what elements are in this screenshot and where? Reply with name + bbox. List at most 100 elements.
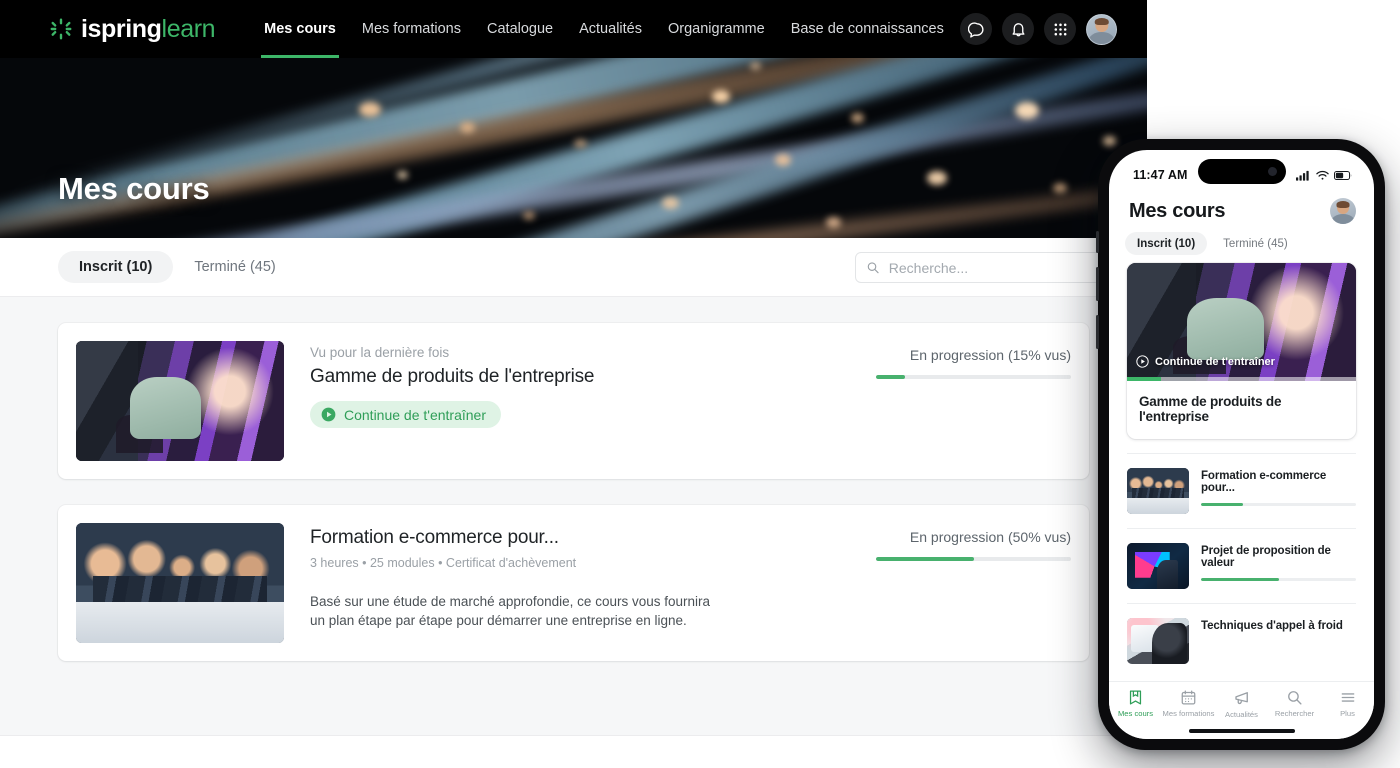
user-avatar[interactable] [1086, 14, 1117, 45]
progress-label: En progression (15% vus) [876, 347, 1071, 363]
notifications-button[interactable] [1002, 13, 1034, 45]
phone-tab-label: Actualités [1225, 710, 1258, 719]
phone-list-item[interactable]: Formation e-commerce pour... [1127, 453, 1356, 528]
logo-text-primary: ispring [81, 15, 162, 43]
phone-item-thumbnail [1127, 618, 1189, 664]
filter-strip: Inscrit (10) Terminé (45) [0, 238, 1147, 297]
course-thumbnail [76, 341, 284, 461]
page-title: Mes cours [58, 171, 210, 207]
phone-item-title: Formation e-commerce pour... [1201, 470, 1356, 494]
nav-link-organigramme[interactable]: Organigramme [655, 0, 778, 58]
phone-header: Mes cours [1109, 192, 1374, 224]
phone-list-item[interactable]: Projet de proposition de valeur [1127, 528, 1356, 603]
phone-tab-mes-formations[interactable]: Mes formations [1162, 689, 1215, 718]
phone-tab-plus[interactable]: Plus [1321, 689, 1374, 718]
course-progress: En progression (15% vus) [876, 341, 1071, 461]
phone-silent-switch[interactable] [1096, 231, 1099, 253]
nav-link-actualites[interactable]: Actualités [566, 0, 655, 58]
phone-continue-training-button[interactable]: Continue de t'entraîner [1136, 355, 1275, 368]
nav-link-catalogue[interactable]: Catalogue [474, 0, 566, 58]
avatar-hair [1094, 18, 1109, 26]
course-eyebrow: Vu pour la dernière fois [310, 345, 850, 360]
continue-training-label: Continue de t'entraîner [344, 407, 486, 423]
phone-tab-label: Mes formations [1163, 709, 1215, 718]
phone-course-list: Continue de t'entraîner Gamme de produit… [1109, 263, 1374, 678]
progress-track [876, 557, 1071, 561]
phone-tab-termine[interactable]: Terminé (45) [1211, 232, 1300, 255]
avatar-hair [1337, 201, 1350, 208]
search-icon [866, 260, 880, 275]
book-icon [1127, 689, 1144, 706]
logo-text-secondary: learn [162, 15, 216, 43]
tab-inscrit[interactable]: Inscrit (10) [58, 251, 173, 283]
phone-item-title: Projet de proposition de valeur [1201, 545, 1356, 569]
chat-icon [968, 21, 985, 38]
hero-banner: Mes cours [0, 58, 1147, 238]
phone-item-title: Techniques d'appel à froid [1201, 620, 1356, 632]
progress-fill [876, 375, 905, 379]
phone-item-progress-track [1201, 578, 1356, 581]
phone-featured-course-card[interactable]: Continue de t'entraîner Gamme de produit… [1127, 263, 1356, 439]
hero-background-art [0, 58, 1147, 238]
phone-continue-label: Continue de t'entraîner [1155, 356, 1275, 368]
phone-status-bar: 11:47 AM [1109, 150, 1374, 192]
ispring-starburst-icon [50, 18, 72, 40]
phone-tab-rechercher[interactable]: Rechercher [1268, 689, 1321, 718]
phone-hero-progress-track [1127, 377, 1356, 381]
course-meta: 3 heures • 25 modules • Certificat d'ach… [310, 556, 850, 570]
phone-mockup: 11:47 AM [1098, 139, 1385, 750]
status-bar-indicators [1296, 170, 1352, 181]
course-title: Gamme de produits de l'entreprise [310, 366, 850, 388]
play-icon [1136, 355, 1149, 368]
ispring-learn-logo[interactable]: ispringlearn [50, 15, 215, 44]
phone-course-thumbnail: Continue de t'entraîner [1127, 263, 1356, 381]
phone-user-avatar[interactable] [1330, 198, 1356, 224]
play-icon [321, 407, 336, 422]
phone-tab-actualites[interactable]: Actualités [1215, 689, 1268, 719]
tab-termine[interactable]: Terminé (45) [173, 251, 296, 283]
course-thumbnail [76, 523, 284, 643]
hamburger-menu-icon [1339, 689, 1357, 706]
nav-link-base-de-connaissances[interactable]: Base de connaissances [778, 0, 957, 58]
phone-filter-tabs: Inscrit (10) Terminé (45) [1109, 224, 1374, 263]
phone-tab-label: Mes cours [1118, 709, 1153, 718]
phone-screen: 11:47 AM [1109, 150, 1374, 739]
nav-actions [960, 13, 1131, 45]
course-list: Vu pour la dernière fois Gamme de produi… [0, 297, 1147, 735]
phone-tab-inscrit[interactable]: Inscrit (10) [1125, 232, 1207, 255]
phone-item-thumbnail [1127, 543, 1189, 589]
calendar-icon [1180, 689, 1197, 706]
phone-item-progress-fill [1201, 578, 1279, 581]
wifi-icon [1316, 170, 1329, 181]
top-navigation-bar: ispringlearn Mes cours Mes formations Ca… [0, 0, 1147, 58]
phone-hero-progress-fill [1127, 377, 1161, 381]
course-card[interactable]: Formation e-commerce pour... 3 heures • … [58, 505, 1089, 661]
phone-item-thumbnail [1127, 468, 1189, 514]
progress-fill [876, 557, 974, 561]
cellular-bars-icon [1296, 170, 1311, 181]
battery-icon [1334, 170, 1352, 181]
apps-grid-icon [1053, 22, 1068, 37]
course-description: Basé sur une étude de marché approfondie… [310, 592, 710, 630]
course-card[interactable]: Vu pour la dernière fois Gamme de produi… [58, 323, 1089, 479]
phone-volume-down-button[interactable] [1096, 315, 1099, 349]
desktop-app-window: ispringlearn Mes cours Mes formations Ca… [0, 0, 1147, 768]
course-progress: En progression (50% vus) [876, 523, 1071, 643]
megaphone-icon [1233, 689, 1251, 707]
phone-volume-up-button[interactable] [1096, 267, 1099, 301]
continue-training-button[interactable]: Continue de t'entraîner [310, 401, 501, 428]
phone-page-title: Mes cours [1129, 200, 1225, 223]
dynamic-island [1198, 159, 1286, 184]
phone-list-item[interactable]: Techniques d'appel à froid [1127, 603, 1356, 678]
phone-item-progress-fill [1201, 503, 1243, 506]
course-title: Formation e-commerce pour... [310, 527, 850, 549]
phone-tab-label: Plus [1340, 709, 1355, 718]
chat-button[interactable] [960, 13, 992, 45]
progress-label: En progression (50% vus) [876, 529, 1071, 545]
apps-button[interactable] [1044, 13, 1076, 45]
phone-tab-mes-cours[interactable]: Mes cours [1109, 689, 1162, 718]
nav-link-mes-cours[interactable]: Mes cours [251, 0, 349, 58]
nav-link-mes-formations[interactable]: Mes formations [349, 0, 474, 58]
home-indicator [1189, 729, 1295, 733]
search-icon [1286, 689, 1303, 706]
